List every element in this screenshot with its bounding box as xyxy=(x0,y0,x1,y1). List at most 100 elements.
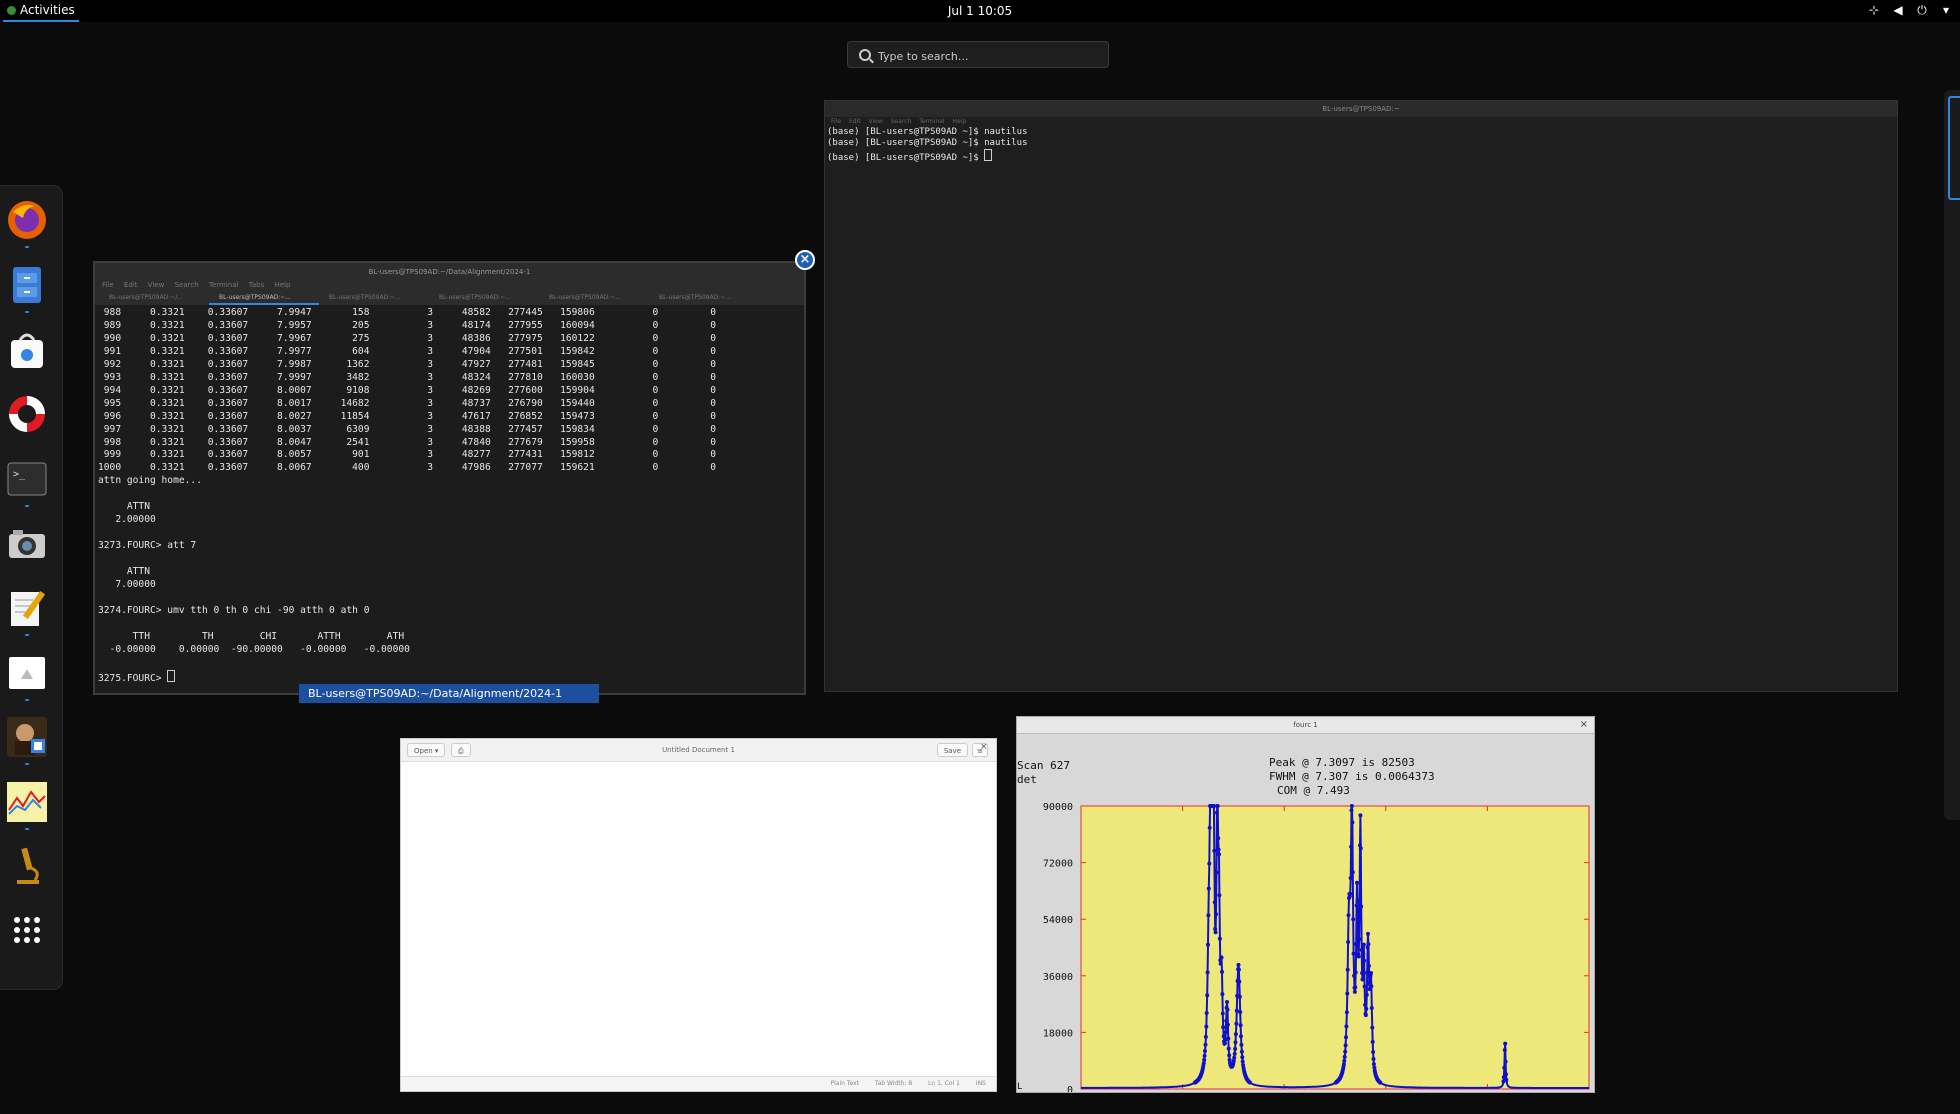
scan-label: Scan 627 xyxy=(1017,759,1070,772)
data-point xyxy=(1219,955,1224,960)
menu-edit[interactable]: Edit xyxy=(849,118,861,125)
menu-search[interactable]: Search xyxy=(891,118,912,125)
terminal-line: 994 0.3321 0.33607 8.0007 9108 3 48269 2… xyxy=(98,384,717,396)
peak-info: Peak @ 7.3097 is 82503 xyxy=(1269,756,1415,769)
data-point xyxy=(1225,1007,1230,1012)
menu-view[interactable]: View xyxy=(869,118,883,125)
chart-app-icon[interactable] xyxy=(5,780,49,830)
data-point xyxy=(1342,1058,1347,1063)
data-point xyxy=(1353,970,1358,975)
terminal-window-left[interactable]: BL-users@TPS09AD:~/Data/Alignment/2024-1… xyxy=(93,261,806,695)
terminal-tab-active[interactable]: BL-users@TPS09AD:~... xyxy=(209,291,319,305)
plot-window[interactable]: fourc 1 × Scan 627 det Peak @ 7.3097 is … xyxy=(1016,716,1595,1093)
image-viewer-icon[interactable] xyxy=(5,651,49,701)
file-cabinet-icon[interactable] xyxy=(5,263,49,313)
close-icon[interactable]: × xyxy=(980,742,988,752)
terminal-tab[interactable]: BL-users@TPS09AD:~... xyxy=(429,291,539,305)
camera-icon[interactable] xyxy=(5,522,49,566)
data-point xyxy=(1344,1024,1349,1029)
system-tray[interactable]: ⊹ ◀ ⏻ ▾ xyxy=(1868,4,1952,16)
data-point xyxy=(1343,1043,1348,1048)
text-editor-window[interactable]: Open ▾ ⎙ Untitled Document 1 Save ≡ Plai… xyxy=(400,738,997,1092)
terminal-tab[interactable]: BL-users@TPS09AD:~/... xyxy=(99,291,209,305)
title-bar[interactable]: BL-users@TPS09AD:~/Data/Alignment/2024-1 xyxy=(95,263,804,279)
language-selector[interactable]: Plain Text xyxy=(830,1080,858,1087)
data-point xyxy=(1362,984,1367,989)
data-point xyxy=(1355,880,1359,885)
help-lifebuoy-icon[interactable] xyxy=(5,392,49,436)
search-input[interactable] xyxy=(876,46,1100,66)
header-bar[interactable]: Open ▾ ⎙ Untitled Document 1 Save ≡ xyxy=(401,739,996,762)
data-point xyxy=(1503,1041,1508,1046)
save-button[interactable]: Save xyxy=(936,743,968,757)
terminal-tab[interactable]: BL-users@TPS09AD:~... xyxy=(649,291,759,305)
data-point xyxy=(1217,852,1221,857)
menu-tabs[interactable]: Tabs xyxy=(249,281,265,289)
close-window-button[interactable]: × xyxy=(795,250,815,270)
tab-width-selector[interactable]: Tab Width: 8 xyxy=(875,1080,912,1087)
chevron-down-icon[interactable]: ▾ xyxy=(1940,4,1952,16)
terminal-output[interactable]: (base) [BL-users@TPS09AD ~]$ nautilus (b… xyxy=(825,127,1897,164)
terminal-tab[interactable]: BL-users@TPS09AD:~... xyxy=(539,291,649,305)
menu-terminal[interactable]: Terminal xyxy=(919,118,944,125)
data-point xyxy=(1217,936,1222,941)
window-title: BL-users@TPS09AD:~ xyxy=(1322,105,1400,113)
search-icon xyxy=(859,49,871,61)
window-title: fourc 1 xyxy=(1293,721,1318,729)
text-area[interactable] xyxy=(401,762,996,1076)
data-point xyxy=(1343,1049,1348,1054)
terminal-output[interactable]: 988 0.3321 0.33607 7.9947 158 3 48582 27… xyxy=(95,305,804,688)
data-point xyxy=(1366,963,1371,968)
menu-file[interactable]: File xyxy=(102,281,114,289)
volume-icon[interactable]: ◀ xyxy=(1892,4,1904,16)
y-tick-label: 90000 xyxy=(1043,802,1073,813)
power-icon[interactable]: ⏻ xyxy=(1916,4,1928,16)
menu-file[interactable]: File xyxy=(831,118,841,125)
terminal-line: -0.00000 0.00000 -90.00000 -0.00000 -0.0… xyxy=(98,643,410,655)
fwhm-info: FWHM @ 7.307 is 0.0064373 xyxy=(1269,770,1435,783)
terminal-line: 995 0.3321 0.33607 8.0017 14682 3 48737 … xyxy=(98,397,717,409)
data-point xyxy=(1212,848,1217,853)
data-point xyxy=(1351,951,1356,956)
data-point xyxy=(1370,1025,1375,1030)
data-point xyxy=(1240,1055,1245,1060)
menu-search[interactable]: Search xyxy=(175,281,199,289)
clock[interactable]: Jul 1 10:05 xyxy=(0,4,1960,18)
data-point xyxy=(1206,913,1211,918)
workspace-thumbnail[interactable] xyxy=(1944,90,1960,820)
menu-terminal[interactable]: Terminal xyxy=(209,281,239,289)
app-grid-icon[interactable] xyxy=(5,908,49,952)
terminal-tab[interactable]: BL-users@TPS09AD:~... xyxy=(319,291,429,305)
portrait-app-icon[interactable] xyxy=(5,715,49,765)
data-point xyxy=(1366,931,1370,936)
firefox-icon[interactable] xyxy=(5,198,49,248)
menu-help[interactable]: Help xyxy=(274,281,290,289)
menu-help[interactable]: Help xyxy=(953,118,967,125)
text-editor-icon[interactable] xyxy=(5,586,49,636)
terminal-icon[interactable]: >_ xyxy=(5,457,49,507)
network-icon[interactable]: ⊹ xyxy=(1868,4,1880,16)
microscope-icon[interactable] xyxy=(5,844,49,888)
terminal-line: 989 0.3321 0.33607 7.9957 205 3 48174 27… xyxy=(98,319,717,331)
tab-bar: BL-users@TPS09AD:~/... BL-users@TPS09AD:… xyxy=(95,291,804,305)
scan-plot: Scan 627 det Peak @ 7.3097 is 82503 FWHM… xyxy=(1017,756,1590,1092)
data-point xyxy=(1203,1049,1207,1053)
cursor-position[interactable]: Ln 1, Col 1 xyxy=(928,1080,960,1087)
overview-search[interactable] xyxy=(847,41,1109,68)
menu-bar: File Edit View Search Terminal Tabs Help xyxy=(95,279,804,291)
menu-edit[interactable]: Edit xyxy=(124,281,138,289)
shell-prompt: 3275.FOURC> xyxy=(98,672,168,684)
data-point xyxy=(1207,825,1212,830)
software-store-icon[interactable] xyxy=(5,328,49,372)
close-icon[interactable]: × xyxy=(1580,719,1588,730)
title-bar[interactable]: BL-users@TPS09AD:~ xyxy=(825,101,1897,117)
text-cursor xyxy=(984,149,993,161)
terminal-line: 1000 0.3321 0.33607 8.0067 400 3 47986 2… xyxy=(98,462,717,474)
terminal-line: ATTN xyxy=(98,566,150,578)
title-bar[interactable]: fourc 1 × xyxy=(1017,717,1594,734)
data-point xyxy=(1351,917,1356,922)
data-point xyxy=(1220,969,1224,974)
data-point xyxy=(1207,861,1212,866)
terminal-window-right[interactable]: BL-users@TPS09AD:~ File Edit View Search… xyxy=(824,100,1898,692)
menu-view[interactable]: View xyxy=(148,281,165,289)
